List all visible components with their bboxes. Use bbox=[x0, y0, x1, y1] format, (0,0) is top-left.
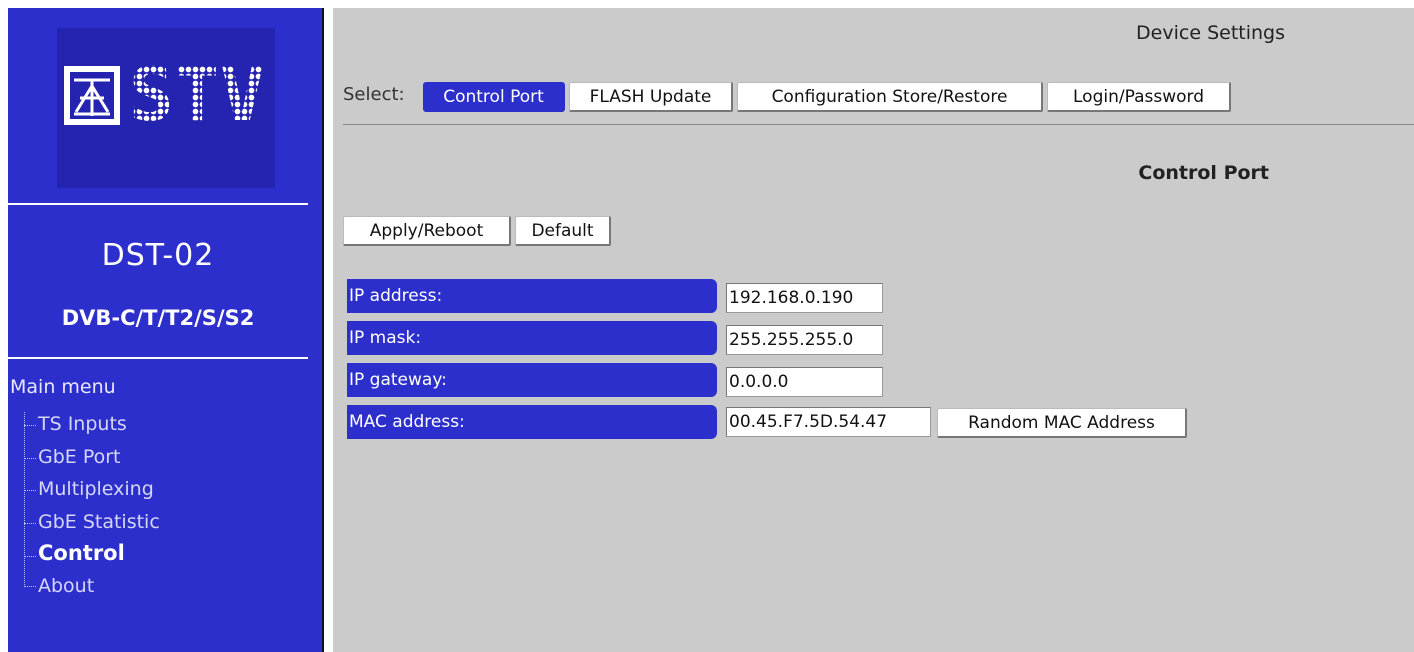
sidebar-separator bbox=[322, 8, 324, 652]
sidebar-item-control[interactable]: Control bbox=[38, 541, 125, 565]
mac-address-field[interactable] bbox=[726, 407, 931, 437]
tab-configuration-store-restore[interactable]: Configuration Store/Restore bbox=[737, 82, 1043, 112]
section-title: Control Port bbox=[1138, 162, 1269, 184]
sidebar-item-gbe-port[interactable]: GbE Port bbox=[38, 445, 121, 469]
device-model: DST-02 bbox=[101, 238, 215, 273]
logo-wordmark: STV bbox=[129, 52, 266, 138]
mac-address-label: MAC address: bbox=[347, 405, 717, 439]
apply-reboot-button[interactable]: Apply/Reboot bbox=[343, 216, 511, 246]
tab-flash-update[interactable]: FLASH Update bbox=[569, 82, 733, 112]
default-button[interactable]: Default bbox=[515, 216, 611, 246]
page-title: Device Settings bbox=[1136, 22, 1285, 44]
ip-mask-label: IP mask: bbox=[347, 321, 717, 355]
random-mac-address-button[interactable]: Random MAC Address bbox=[937, 408, 1187, 438]
select-label: Select: bbox=[343, 84, 405, 105]
ip-mask-field[interactable] bbox=[726, 325, 883, 355]
sidebar-item-ts-inputs[interactable]: TS Inputs bbox=[38, 412, 127, 436]
tab-bar-divider bbox=[343, 124, 1414, 125]
main-panel: Device Settings Select: Control Port FLA… bbox=[333, 8, 1414, 652]
ip-address-label: IP address: bbox=[347, 279, 717, 313]
sidebar: STV DST-02 DVB-C/T/T2/S/S2 Main menu TS … bbox=[8, 8, 322, 652]
main-menu-title: Main menu bbox=[10, 376, 116, 398]
ip-gateway-field[interactable] bbox=[726, 367, 883, 397]
app-window: STV DST-02 DVB-C/T/T2/S/S2 Main menu TS … bbox=[0, 0, 1414, 652]
sidebar-item-about[interactable]: About bbox=[38, 574, 94, 598]
ip-address-field[interactable] bbox=[726, 283, 883, 313]
ip-gateway-label: IP gateway: bbox=[347, 363, 717, 397]
device-standards: DVB-C/T/T2/S/S2 bbox=[61, 306, 255, 330]
sidebar-divider bbox=[8, 203, 308, 205]
sidebar-item-multiplexing[interactable]: Multiplexing bbox=[38, 477, 154, 501]
tab-control-port[interactable]: Control Port bbox=[423, 82, 565, 112]
sidebar-divider bbox=[8, 357, 308, 359]
tab-login-password[interactable]: Login/Password bbox=[1047, 82, 1231, 112]
stv-logo: STV bbox=[57, 28, 275, 188]
sidebar-item-gbe-statistic[interactable]: GbE Statistic bbox=[38, 510, 160, 534]
logo-emblem-icon bbox=[64, 66, 120, 125]
